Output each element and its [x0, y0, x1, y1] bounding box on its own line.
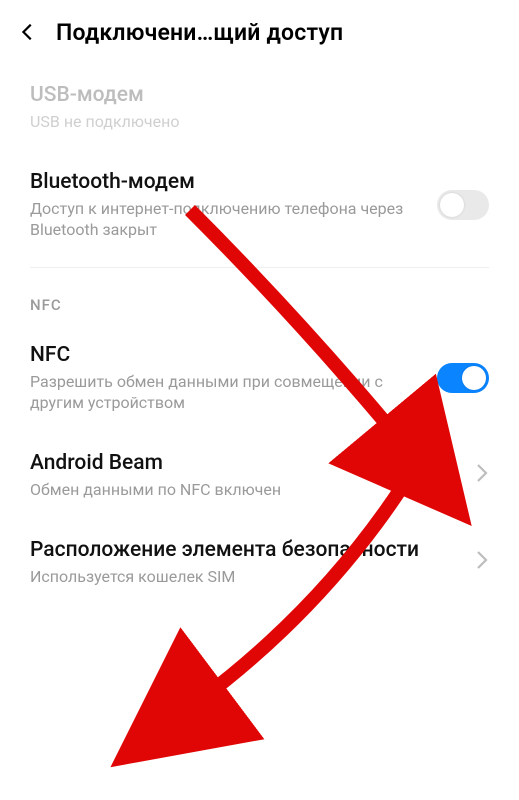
chevron-right-icon [475, 549, 489, 575]
secure-element-title: Расположение элемента безопасности [30, 537, 463, 563]
page-title: Подключени…щий доступ [56, 19, 343, 46]
nfc-item[interactable]: NFC Разрешить обмен данными при совмещен… [0, 324, 519, 432]
bluetooth-modem-sub: Доступ к интернет-подключению телефона ч… [30, 199, 425, 241]
android-beam-item[interactable]: Android Beam Обмен данными по NFC включе… [0, 432, 519, 519]
back-button[interactable] [8, 12, 48, 52]
android-beam-title: Android Beam [30, 450, 463, 476]
secure-element-item[interactable]: Расположение элемента безопасности Испол… [0, 519, 519, 606]
bluetooth-modem-title: Bluetooth-модем [30, 169, 425, 195]
usb-modem-title: USB-модем [30, 82, 477, 108]
bluetooth-modem-item[interactable]: Bluetooth-модем Доступ к интернет-подклю… [0, 151, 519, 259]
nfc-title: NFC [30, 342, 425, 368]
usb-modem-item: USB-модем USB не подключено [0, 64, 519, 151]
bluetooth-modem-toggle[interactable] [437, 190, 489, 220]
usb-modem-sub: USB не подключено [30, 112, 477, 133]
nfc-section-header: NFC [0, 268, 519, 324]
app-header: Подключени…щий доступ [0, 0, 519, 64]
chevron-right-icon [475, 462, 489, 488]
android-beam-sub: Обмен данными по NFC включен [30, 480, 463, 501]
nfc-toggle[interactable] [437, 363, 489, 393]
chevron-left-icon [17, 21, 39, 43]
nfc-sub: Разрешить обмен данными при совмещении с… [30, 372, 425, 414]
secure-element-sub: Используется кошелек SIM [30, 567, 463, 588]
